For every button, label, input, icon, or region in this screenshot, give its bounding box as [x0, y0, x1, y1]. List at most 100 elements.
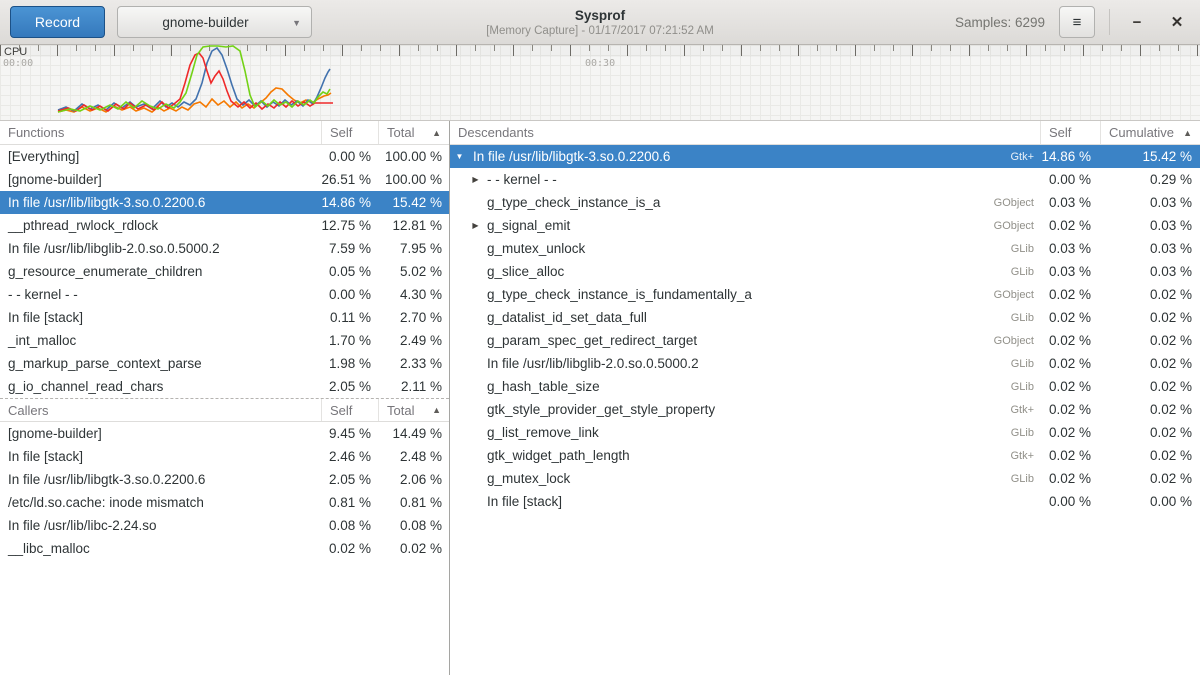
caller-self-percent: 9.45 %	[321, 426, 378, 441]
descendant-self-percent: 0.02 %	[1040, 333, 1100, 348]
descendant-row[interactable]: g_type_check_instance_is_a GObject 0.03 …	[450, 191, 1200, 214]
headerbar-right: Samples: 6299 ≡ − ✕	[955, 6, 1190, 38]
caller-row[interactable]: In file /usr/lib/libgtk-3.so.0.2200.6 2.…	[0, 468, 449, 491]
expander-arrow-icon[interactable]: ▶	[466, 175, 481, 184]
function-name: _int_malloc	[0, 333, 321, 348]
descendant-row[interactable]: g_param_spec_get_redirect_target GObject…	[450, 329, 1200, 352]
descendant-row[interactable]: ▼ In file /usr/lib/libgtk-3.so.0.2200.6 …	[450, 145, 1200, 168]
descendant-row[interactable]: gtk_widget_path_length Gtk+ 0.02 % 0.02 …	[450, 444, 1200, 467]
caller-row[interactable]: In file [stack] 2.46 % 2.48 %	[0, 445, 449, 468]
function-name: In file [stack]	[0, 310, 321, 325]
function-row[interactable]: [Everything] 0.00 % 100.00 %	[0, 145, 449, 168]
minimize-button[interactable]: −	[1124, 9, 1150, 35]
descendant-row[interactable]: g_mutex_unlock GLib 0.03 % 0.03 %	[450, 237, 1200, 260]
descendant-cumulative-percent: 0.03 %	[1100, 264, 1200, 279]
minimize-icon: −	[1133, 14, 1142, 31]
library-tag: GLib	[1011, 427, 1040, 439]
descendant-row[interactable]: In file [stack] 0.00 % 0.00 %	[450, 490, 1200, 513]
function-row[interactable]: g_markup_parse_context_parse 1.98 % 2.33…	[0, 352, 449, 375]
descendant-row[interactable]: gtk_style_provider_get_style_property Gt…	[450, 398, 1200, 421]
function-row[interactable]: __pthread_rwlock_rdlock 12.75 % 12.81 %	[0, 214, 449, 237]
descendant-row[interactable]: g_list_remove_link GLib 0.02 % 0.02 %	[450, 421, 1200, 444]
descendant-cumulative-percent: 0.03 %	[1100, 241, 1200, 256]
function-row[interactable]: g_io_channel_read_chars 2.05 % 2.11 %	[0, 375, 449, 398]
function-row[interactable]: [gnome-builder] 26.51 % 100.00 %	[0, 168, 449, 191]
profiler-panes: Functions Self Total ▲ [Everything] 0.00…	[0, 121, 1200, 675]
descendant-name: In file [stack]	[481, 494, 1034, 509]
descendant-row[interactable]: g_mutex_lock GLib 0.02 % 0.02 %	[450, 467, 1200, 490]
function-row[interactable]: - - kernel - - 0.00 % 4.30 %	[0, 283, 449, 306]
caller-name: In file [stack]	[0, 449, 321, 464]
close-button[interactable]: ✕	[1164, 9, 1190, 35]
functions-total-label: Total	[387, 125, 414, 140]
descendant-row[interactable]: g_datalist_id_set_data_full GLib 0.02 % …	[450, 306, 1200, 329]
descendant-cumulative-percent: 0.02 %	[1100, 287, 1200, 302]
expander-arrow-icon[interactable]: ▼	[450, 152, 465, 161]
function-total-percent: 2.33 %	[378, 356, 449, 371]
descendant-row[interactable]: g_slice_alloc GLib 0.03 % 0.03 %	[450, 260, 1200, 283]
caller-row[interactable]: [gnome-builder] 9.45 % 14.49 %	[0, 422, 449, 445]
descendant-name: g_type_check_instance_is_a	[481, 195, 994, 210]
library-tag: GObject	[994, 197, 1040, 209]
descendant-row[interactable]: g_hash_table_size GLib 0.02 % 0.02 %	[450, 375, 1200, 398]
function-name: [Everything]	[0, 149, 321, 164]
caller-self-percent: 0.08 %	[321, 518, 378, 533]
descendants-self-column-header[interactable]: Self	[1040, 121, 1100, 144]
function-row[interactable]: In file /usr/lib/libglib-2.0.so.0.5000.2…	[0, 237, 449, 260]
descendant-row[interactable]: g_type_check_instance_is_fundamentally_a…	[450, 283, 1200, 306]
caller-total-percent: 0.08 %	[378, 518, 449, 533]
cpu-usage-graph[interactable]: CPU 00:00 00:30	[0, 45, 1200, 121]
process-selector-dropdown[interactable]: gnome-builder ▼	[117, 6, 312, 38]
samples-count: Samples: 6299	[955, 15, 1045, 30]
descendant-self-percent: 0.02 %	[1040, 356, 1100, 371]
library-tag: GLib	[1011, 312, 1040, 324]
function-self-percent: 0.00 %	[321, 149, 378, 164]
headerbar-left: Record gnome-builder ▼	[10, 6, 312, 38]
callers-self-column-header[interactable]: Self	[321, 399, 378, 421]
descendants-cumulative-column-header[interactable]: Cumulative ▲	[1100, 121, 1200, 144]
descendant-self-percent: 0.02 %	[1040, 425, 1100, 440]
descendant-cumulative-percent: 0.03 %	[1100, 218, 1200, 233]
expander-arrow-icon[interactable]: ▶	[466, 221, 481, 230]
descendant-self-percent: 0.02 %	[1040, 287, 1100, 302]
descendants-column-header[interactable]: Descendants	[450, 121, 1040, 144]
descendants-table-header: Descendants Self Cumulative ▲	[450, 121, 1200, 145]
function-name: g_resource_enumerate_children	[0, 264, 321, 279]
caller-self-percent: 2.46 %	[321, 449, 378, 464]
descendant-row[interactable]: ▶ g_signal_emit GObject 0.02 % 0.03 %	[450, 214, 1200, 237]
function-row[interactable]: g_resource_enumerate_children 0.05 % 5.0…	[0, 260, 449, 283]
function-row[interactable]: In file [stack] 0.11 % 2.70 %	[0, 306, 449, 329]
cpu-graph-label: CPU	[4, 46, 27, 58]
functions-table: [Everything] 0.00 % 100.00 % [gnome-buil…	[0, 145, 449, 398]
descendant-name: g_hash_table_size	[481, 379, 1011, 394]
function-row[interactable]: _int_malloc 1.70 % 2.49 %	[0, 329, 449, 352]
descendant-cumulative-percent: 0.02 %	[1100, 425, 1200, 440]
descendant-row[interactable]: ▶ - - kernel - - 0.00 % 0.29 %	[450, 168, 1200, 191]
library-tag: GObject	[994, 335, 1040, 347]
function-self-percent: 0.11 %	[321, 310, 378, 325]
callers-column-header[interactable]: Callers	[0, 399, 321, 421]
caller-row[interactable]: /etc/ld.so.cache: inode mismatch 0.81 % …	[0, 491, 449, 514]
library-tag: GObject	[994, 289, 1040, 301]
caller-row[interactable]: In file /usr/lib/libc-2.24.so 0.08 % 0.0…	[0, 514, 449, 537]
callers-total-column-header[interactable]: Total ▲	[378, 399, 449, 421]
hamburger-menu-button[interactable]: ≡	[1059, 6, 1095, 38]
descendant-cumulative-percent: 0.03 %	[1100, 195, 1200, 210]
descendant-name: g_slice_alloc	[481, 264, 1011, 279]
caller-row[interactable]: __libc_malloc 0.02 % 0.02 %	[0, 537, 449, 560]
window-subtitle: [Memory Capture] - 01/17/2017 07:21:52 A…	[486, 24, 714, 38]
descendant-name: g_mutex_lock	[481, 471, 1011, 486]
function-row[interactable]: In file /usr/lib/libgtk-3.so.0.2200.6 14…	[0, 191, 449, 214]
descendant-row[interactable]: In file /usr/lib/libglib-2.0.so.0.5000.2…	[450, 352, 1200, 375]
functions-self-column-header[interactable]: Self	[321, 121, 378, 144]
descendant-cumulative-percent: 0.02 %	[1100, 356, 1200, 371]
descendant-cumulative-percent: 0.00 %	[1100, 494, 1200, 509]
record-button[interactable]: Record	[10, 6, 105, 38]
functions-total-column-header[interactable]: Total ▲	[378, 121, 449, 144]
functions-column-header[interactable]: Functions	[0, 121, 321, 144]
descendant-self-percent: 0.02 %	[1040, 379, 1100, 394]
descendant-name: g_datalist_id_set_data_full	[481, 310, 1011, 325]
descendant-self-percent: 0.02 %	[1040, 218, 1100, 233]
library-tag: GLib	[1011, 473, 1040, 485]
time-label-start: 00:00	[3, 58, 33, 69]
